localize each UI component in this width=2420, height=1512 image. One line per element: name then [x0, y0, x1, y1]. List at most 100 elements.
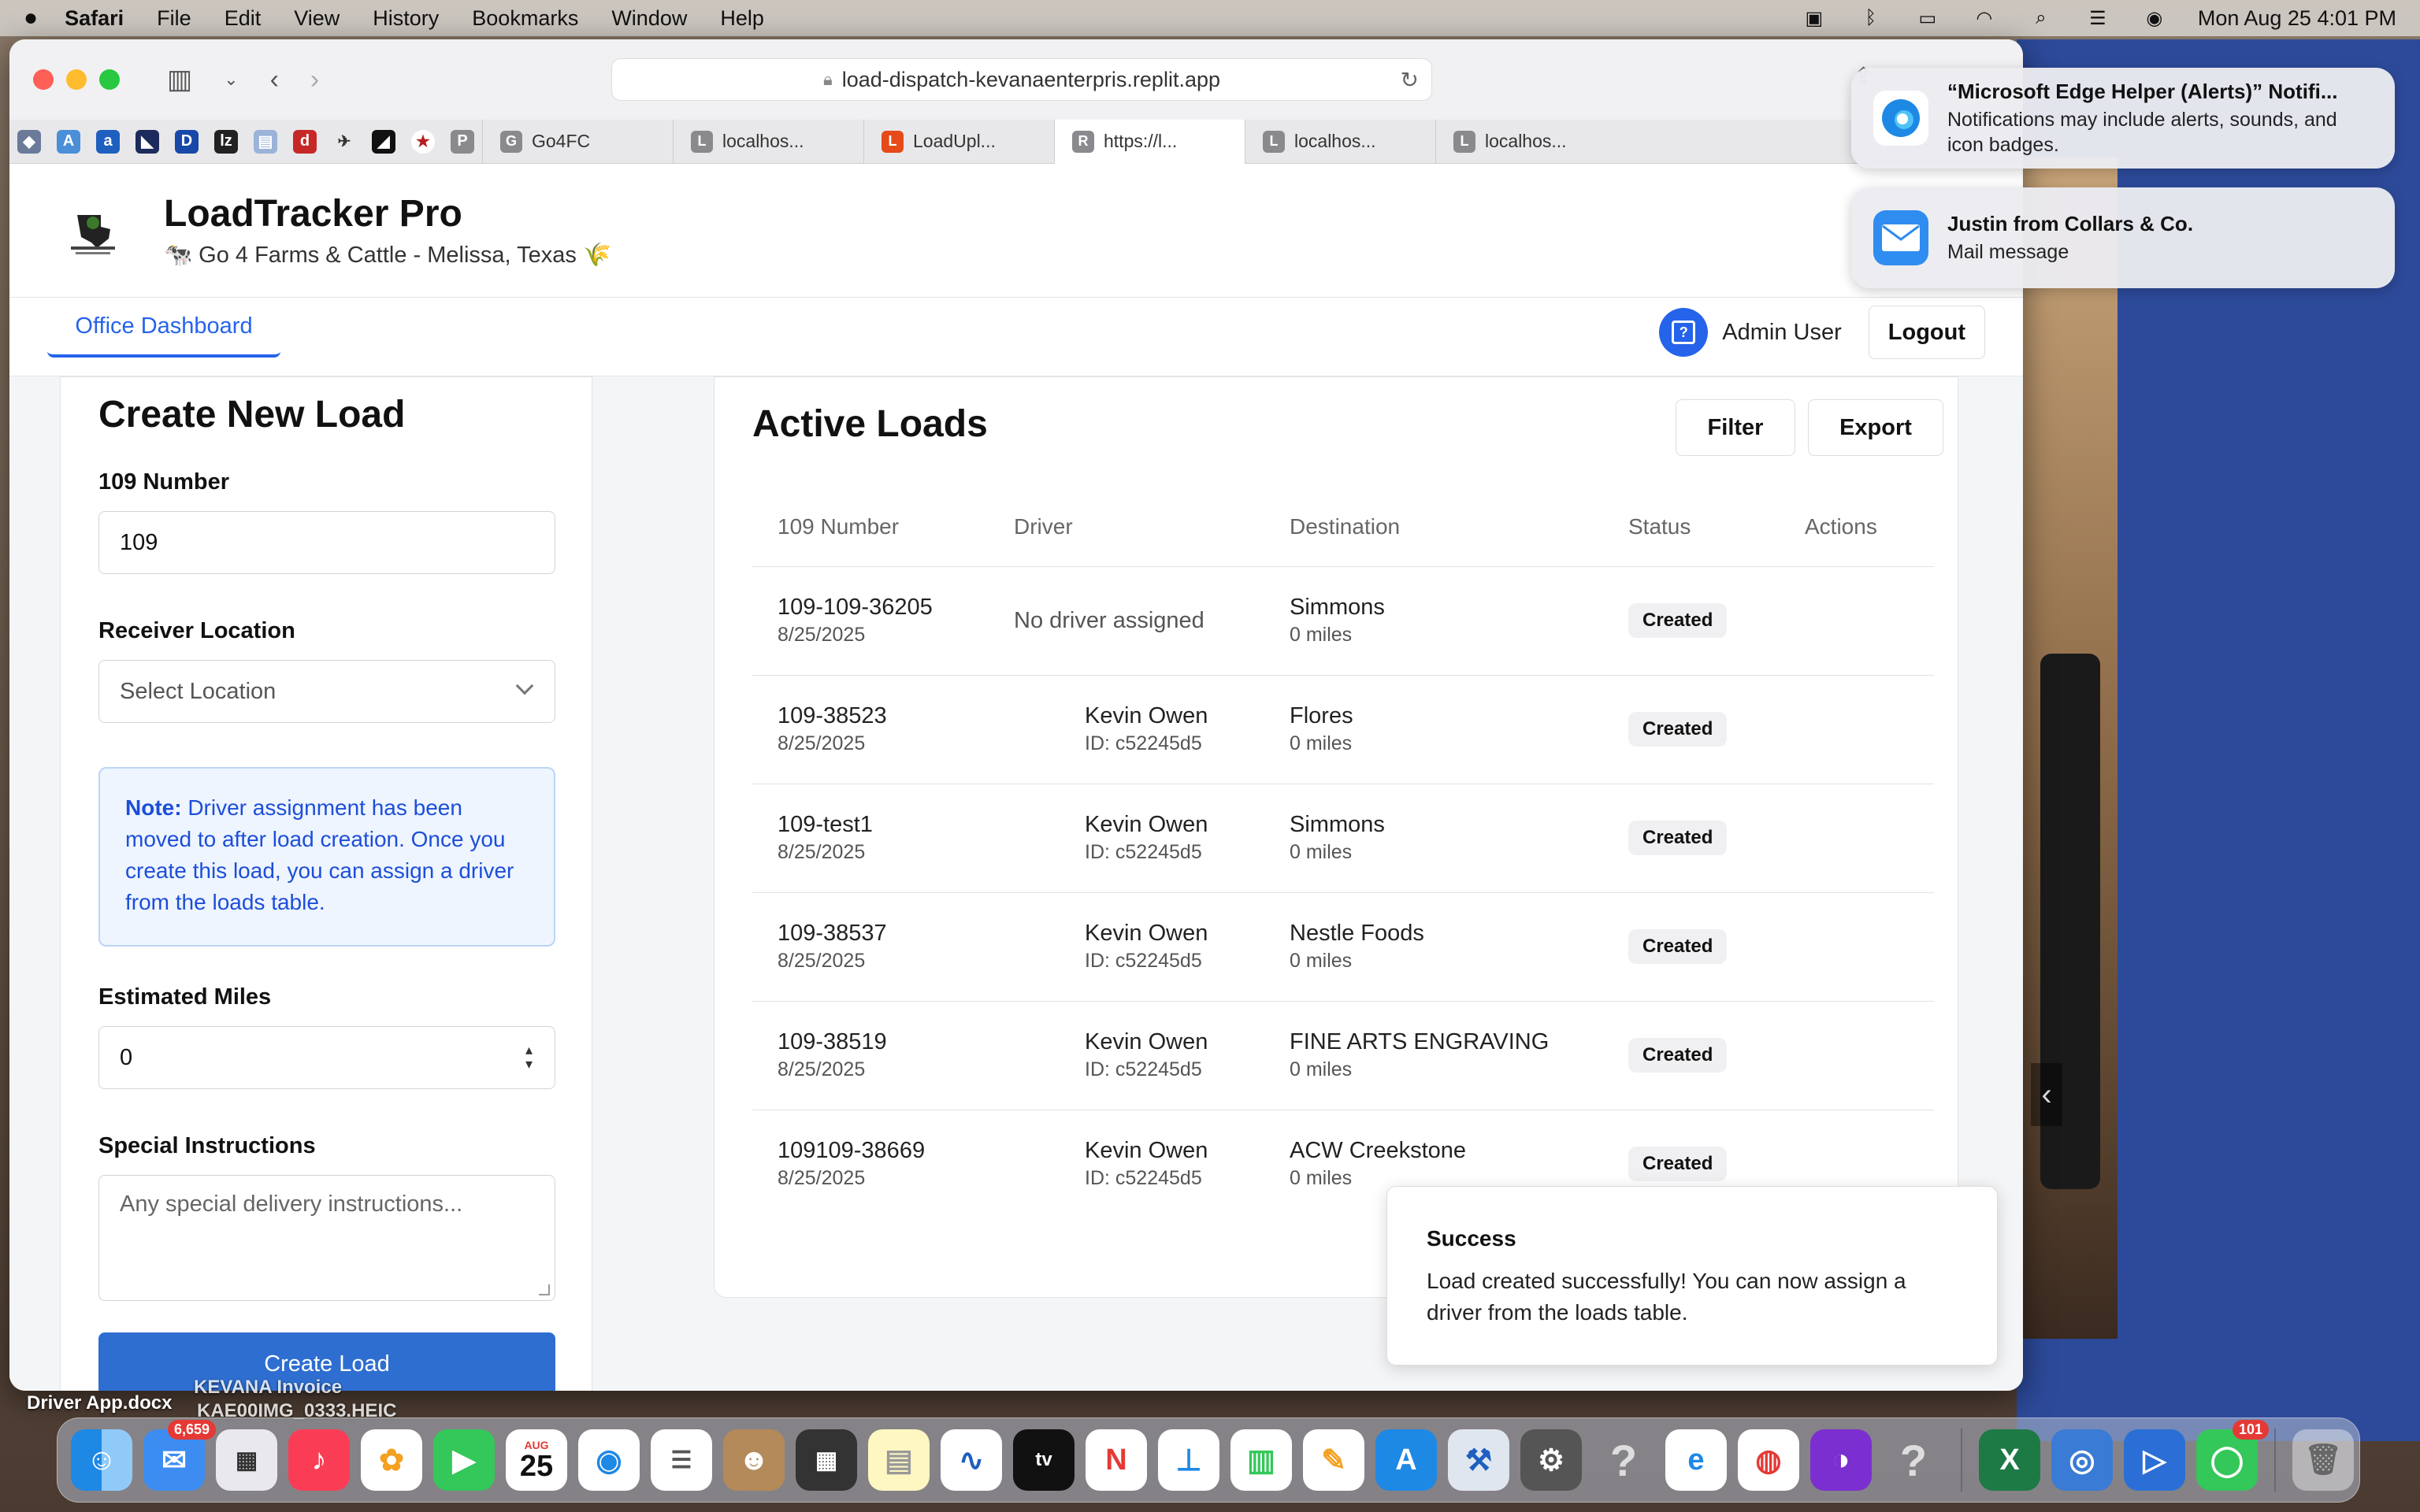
browser-tab[interactable]: Llocalhos... [673, 119, 863, 164]
messages-icon[interactable]: ◯ 101 [2196, 1420, 2269, 1491]
zoom-window-button[interactable] [99, 69, 120, 90]
photos-icon[interactable]: ✿ [361, 1429, 422, 1491]
desktop-file[interactable]: Driver App.docx [27, 1392, 173, 1414]
facetime-icon[interactable]: ▶ [433, 1429, 495, 1491]
calendar-icon[interactable]: AUG 25 [506, 1429, 567, 1491]
browser-tab[interactable]: G Go4FC [482, 119, 673, 164]
search-icon[interactable]: ⌕ [2028, 7, 2054, 29]
control-center-icon[interactable]: ☰ [2084, 7, 2111, 29]
trash-icon[interactable]: 🗑︎ [2292, 1429, 2354, 1491]
receiver-select[interactable]: Select Location [98, 660, 555, 723]
pages-icon[interactable]: ✎ [1303, 1429, 1364, 1491]
menu-view[interactable]: View [294, 6, 340, 31]
filter-button[interactable]: Filter [1676, 399, 1795, 456]
pinned-tab[interactable]: ✈ [325, 120, 364, 164]
table-row[interactable]: 109-109-36205 8/25/2025 No driver assigne… [752, 566, 1934, 676]
notification-mail[interactable]: Justin from Collars & Co. Mail message [1851, 187, 2395, 288]
notification-edge[interactable]: “Microsoft Edge Helper (Alerts)” Notifi.… [1851, 68, 2395, 169]
browser-tab[interactable]: L LoadUpl... [863, 119, 1054, 164]
firefox-icon[interactable]: ◑ [1810, 1429, 1872, 1491]
video-app-icon[interactable]: ▷ [2124, 1429, 2185, 1491]
status-app-icon[interactable]: ▣ [1801, 7, 1828, 29]
excel-icon[interactable]: X [1979, 1429, 2040, 1491]
pinned-tab[interactable]: ▤ [246, 120, 285, 164]
tab-office-dashboard[interactable]: Office Dashboard [47, 298, 280, 358]
menu-bookmarks[interactable]: Bookmarks [472, 6, 578, 31]
notes-icon[interactable]: ▤ [868, 1429, 930, 1491]
browser-tab[interactable]: Llocalhos... [1435, 119, 1626, 164]
freeform-icon[interactable]: ∿ [941, 1429, 1002, 1491]
numbers-icon[interactable]: ▥ [1230, 1429, 1292, 1491]
menu-window[interactable]: Window [611, 6, 687, 31]
driver-id: ID: c52245d5 [1085, 732, 1202, 754]
menu-edit[interactable]: Edit [225, 6, 262, 31]
calculator-icon[interactable]: ▦ [796, 1429, 857, 1491]
pinned-tab[interactable]: lz [206, 120, 246, 164]
app-store-icon[interactable]: A [1375, 1429, 1437, 1491]
menu-history[interactable]: History [373, 6, 439, 31]
browser-tab-active[interactable]: Rhttps://l... [1054, 119, 1245, 164]
browser-tab[interactable]: Llocalhos... [1245, 119, 1435, 164]
chrome-icon[interactable]: ◍ [1738, 1429, 1799, 1491]
chevron-left-icon[interactable]: ‹ [2031, 1063, 2062, 1126]
stepper-icon[interactable]: ▴ ▾ [525, 1043, 533, 1071]
table-row[interactable]: 109-38537 8/25/2025 Kevin Owen ID: c52245d… [752, 892, 1934, 1002]
address-bar[interactable]: 🔒︎ load-dispatch-kevanaenterpris.replit.… [611, 58, 1432, 101]
contacts-icon[interactable]: ☻ [723, 1429, 785, 1491]
wifi-icon[interactable]: ◠ [1971, 7, 1998, 29]
launchpad-icon[interactable]: ▦ [216, 1429, 277, 1491]
safari-icon[interactable]: ◉ [578, 1429, 640, 1491]
miles-input[interactable]: 0 ▴ ▾ [98, 1026, 555, 1089]
load-number: 109109-38669 [778, 1138, 926, 1164]
menubar-clock[interactable]: Mon Aug 25 4:01 PM [2198, 6, 2396, 31]
news-icon[interactable]: N [1086, 1429, 1147, 1491]
xcode-icon[interactable]: ⚒ [1448, 1429, 1509, 1491]
bluetooth-icon[interactable]: ᛒ [1858, 7, 1884, 29]
export-button[interactable]: Export [1808, 399, 1943, 456]
battery-icon[interactable]: ▭ [1914, 7, 1941, 29]
music-icon[interactable]: ♪ [288, 1429, 350, 1491]
unknown-app-icon[interactable]: ? [1883, 1429, 1944, 1491]
reminders-icon[interactable]: ☰ [651, 1429, 712, 1491]
pinned-tab[interactable]: D [167, 120, 206, 164]
siri-icon[interactable]: ◉ [2141, 7, 2168, 29]
resize-grip-icon[interactable] [539, 1284, 550, 1295]
menu-app[interactable]: Safari [65, 6, 124, 31]
pinned-tab[interactable]: a [88, 120, 128, 164]
keynote-icon[interactable]: ⊥ [1158, 1429, 1219, 1491]
success-toast[interactable]: Success Load created successfully! You c… [1386, 1186, 1998, 1366]
table-row[interactable]: 109-38519 8/25/2025 Kevin Owen ID: c52245d… [752, 1001, 1934, 1110]
apple-icon[interactable]: ● [24, 5, 38, 32]
sidebar-toggle-icon[interactable]: ▥ [167, 64, 192, 95]
number-input[interactable]: 109 [98, 511, 555, 574]
mail-icon[interactable]: ✉ 6,659 [143, 1420, 216, 1491]
pinned-tab[interactable]: A [49, 120, 88, 164]
forward-icon[interactable]: › [310, 65, 319, 95]
finder-icon[interactable]: ☺ [71, 1429, 132, 1491]
chevron-down-icon[interactable]: ⌄ [224, 69, 238, 90]
apple-tv-icon[interactable]: tv [1013, 1429, 1075, 1491]
load-date: 8/25/2025 [778, 950, 866, 972]
minimize-window-button[interactable] [66, 69, 87, 90]
pinned-tab[interactable]: d [285, 120, 325, 164]
system-settings-icon[interactable]: ⚙ [1520, 1429, 1582, 1491]
dock-separator [1961, 1429, 1962, 1492]
desktop-file[interactable]: KEVANA Invoice [194, 1377, 342, 1399]
pinned-tab[interactable]: ◣ [128, 120, 167, 164]
logout-button[interactable]: Logout [1868, 306, 1985, 359]
pinned-tab[interactable]: ◆ [9, 120, 49, 164]
pinned-tab[interactable]: ★ [403, 120, 443, 164]
menu-help[interactable]: Help [720, 6, 764, 31]
instructions-textarea[interactable]: Any special delivery instructions... [98, 1175, 555, 1301]
reload-icon[interactable]: ↻ [1401, 67, 1419, 93]
close-window-button[interactable] [33, 69, 54, 90]
table-row[interactable]: 109-38523 8/25/2025 Kevin Owen ID: c52245d… [752, 675, 1934, 784]
pinned-tab[interactable]: ◢ [364, 120, 403, 164]
table-row[interactable]: 109-test1 8/25/2025 Kevin Owen ID: c52245d… [752, 784, 1934, 893]
unknown-app-icon[interactable]: ? [1593, 1429, 1654, 1491]
pinned-tab[interactable]: P [443, 120, 482, 164]
back-icon[interactable]: ‹ [270, 65, 279, 95]
edge-icon[interactable]: e [1665, 1429, 1727, 1491]
network-app-icon[interactable]: ◎ [2051, 1429, 2113, 1491]
menu-file[interactable]: File [157, 6, 191, 31]
